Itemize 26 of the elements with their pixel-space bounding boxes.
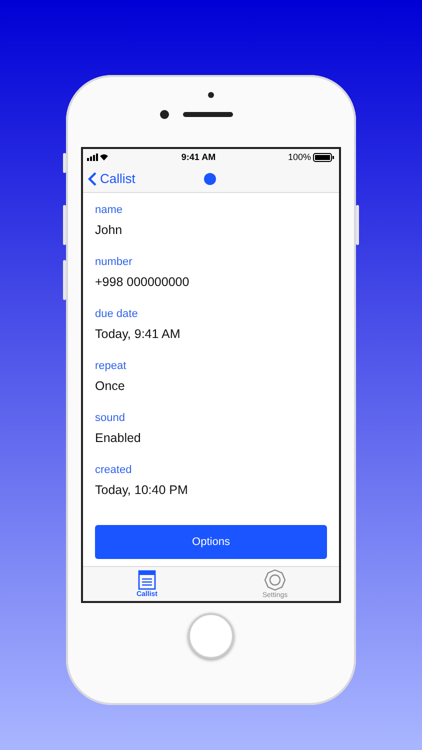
chevron-left-icon	[88, 172, 97, 186]
settings-icon	[264, 569, 286, 591]
options-button[interactable]: Options	[95, 525, 327, 559]
field-value: Today, 10:40 PM	[95, 482, 189, 498]
field-value: +998 000000000	[95, 274, 190, 290]
field-label: sound	[95, 411, 126, 425]
field-label: repeat	[95, 359, 128, 373]
signal-icon	[87, 153, 109, 161]
camera-icon	[160, 110, 168, 119]
field-label: number	[95, 255, 134, 269]
field-value: Once	[95, 378, 126, 394]
battery-icon	[313, 152, 335, 162]
status-time: 9:41 AM	[181, 152, 216, 162]
field-value: Enabled	[95, 430, 142, 446]
field-value: John	[95, 222, 124, 238]
battery-percent: 100%	[288, 152, 311, 162]
field-label: due date	[95, 307, 139, 321]
speaker-icon	[182, 112, 232, 117]
home-button[interactable]	[188, 613, 234, 659]
status-dot	[204, 173, 216, 185]
field-label: name	[95, 203, 124, 217]
back-button[interactable]: Callist	[83, 171, 140, 186]
field-value: Today, 9:41 AM	[95, 326, 182, 342]
sensor-icon	[208, 92, 214, 98]
field-label: created	[95, 463, 133, 477]
list-icon	[138, 570, 156, 590]
